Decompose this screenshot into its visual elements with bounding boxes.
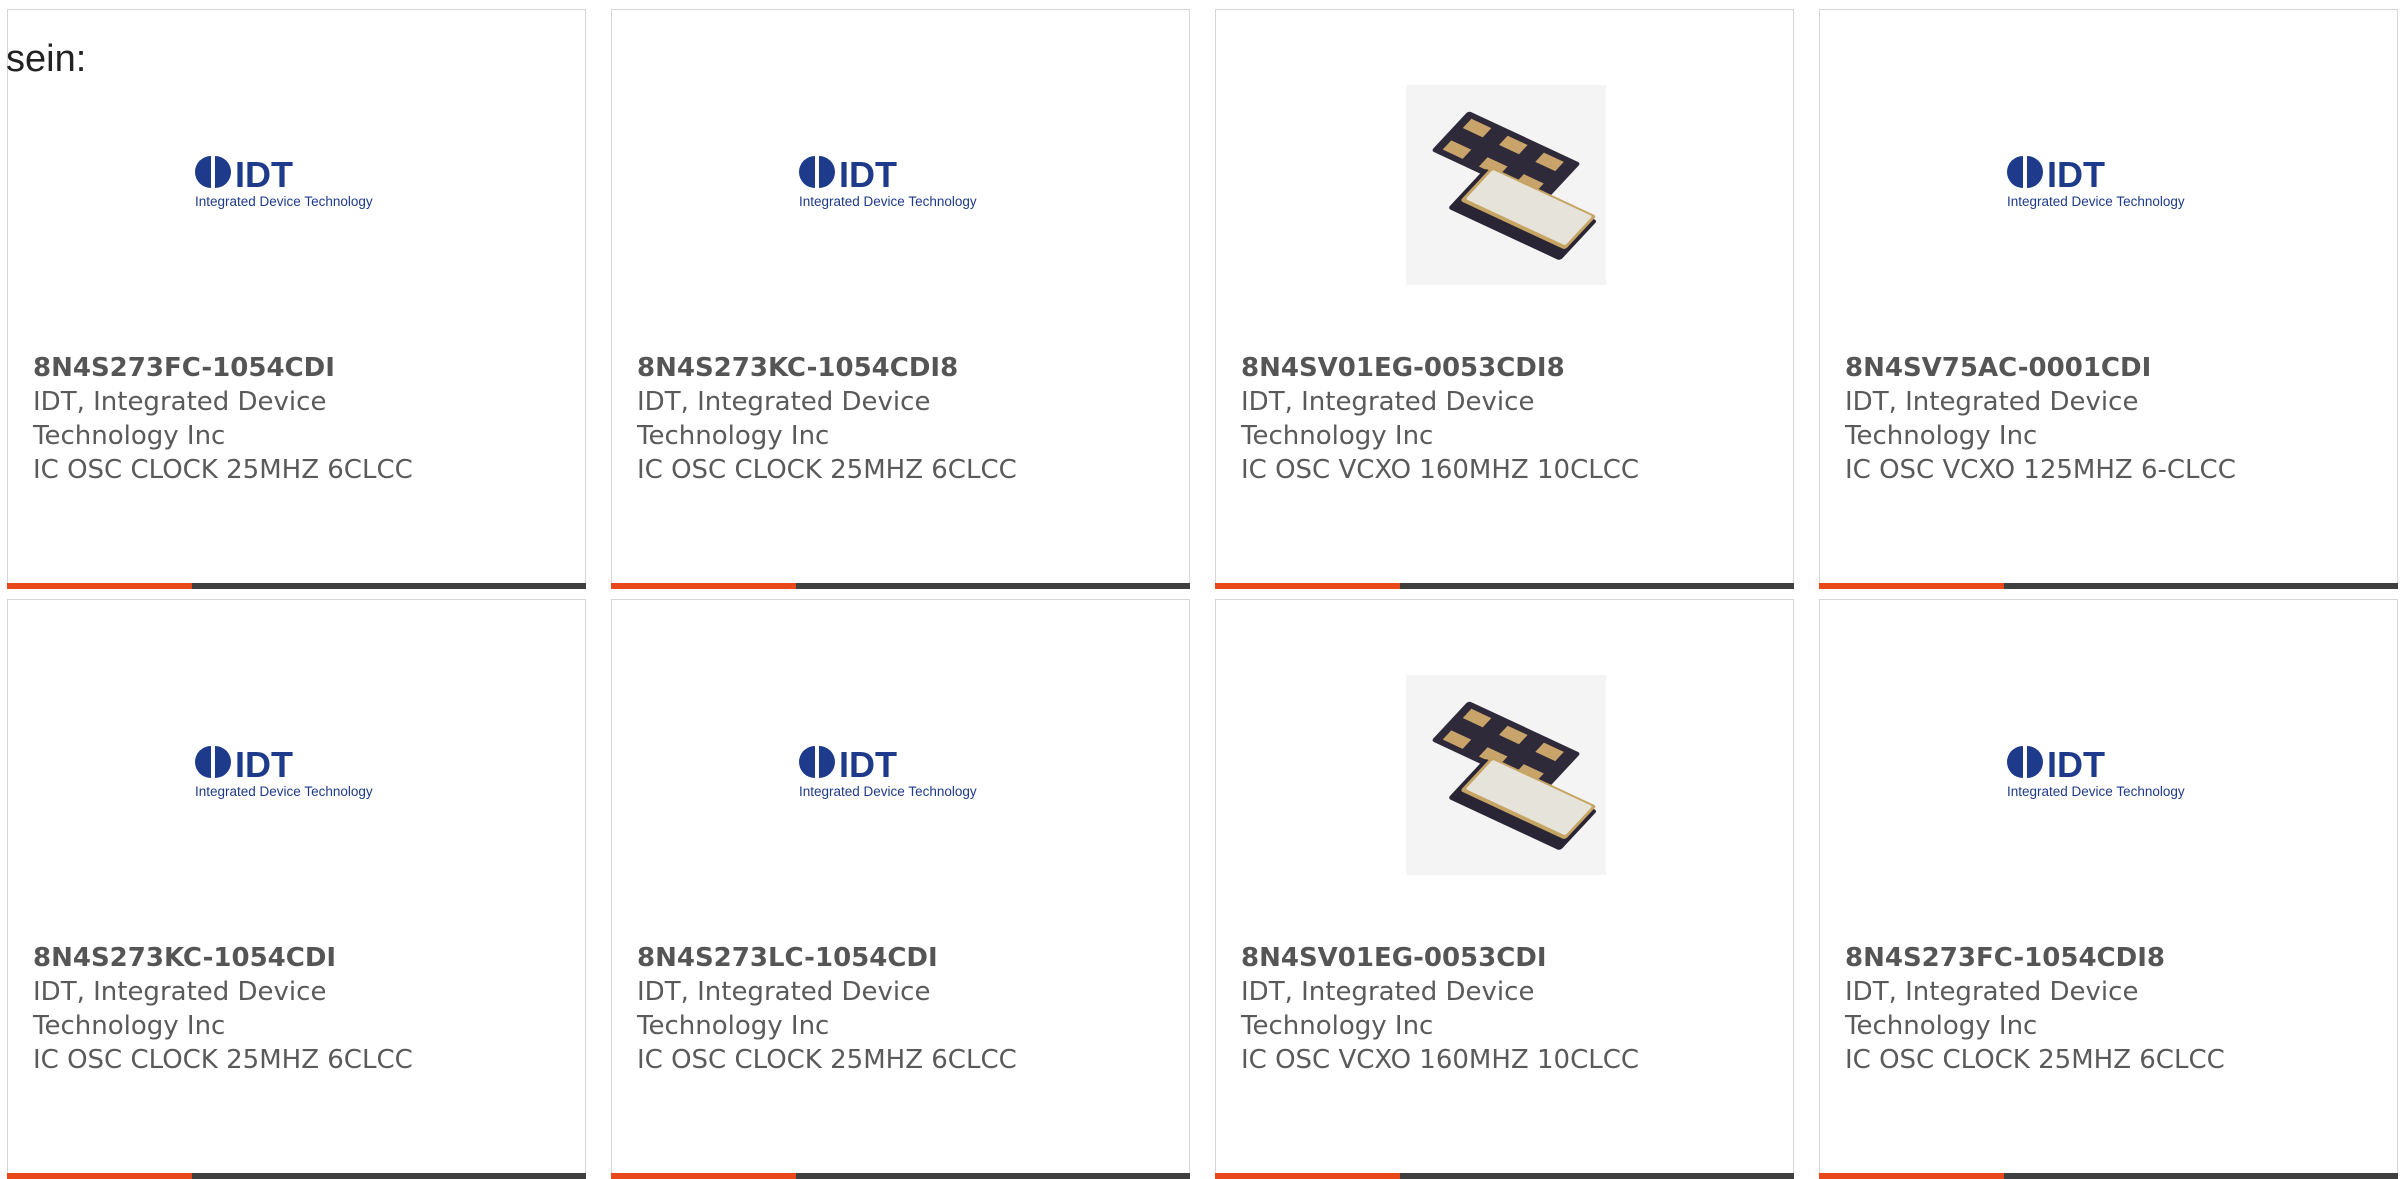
card-bottom-bar [1819,1173,2398,1179]
idt-logo-mark-text: IDT [235,744,293,785]
product-info: 8N4S273FC-1054CDI IDT, Integrated Device … [33,351,473,487]
card-bottom-bar [611,1173,1190,1179]
idt-logo: IDTIntegrated Device Technology [195,744,373,799]
product-card[interactable]: IDT Integrated Device Technology 8N4S273KC… [611,9,1190,589]
card-bottom-bar [7,583,586,589]
idt-logo-mark-text: IDT [235,154,293,195]
product-info: 8N4SV75AC-0001CDI IDT, Integrated Device … [1845,351,2285,487]
product-image[interactable]: IDT Integrated Device Technology [183,75,413,295]
product-manufacturer: IDT, Integrated Device Technology Inc [637,977,931,1041]
product-description: IC OSC VCXO 160MHZ 10CLCC [1241,455,1640,485]
product-card[interactable]: IDT Integrated Device Technology 8N4S273KC… [7,599,586,1179]
product-image[interactable]: IDT Integrated Device Technology [787,665,1017,885]
product-part-number-link[interactable]: 8N4S273KC-1054CDI8 [637,351,1077,385]
idt-logo-mark-icon [195,156,231,188]
product-manufacturer: IDT, Integrated Device Technology Inc [33,977,327,1041]
product-manufacturer: IDT, Integrated Device Technology Inc [33,387,327,451]
product-info: 8N4S273LC-1054CDI IDT, Integrated Device … [637,941,1077,1077]
product-description: IC OSC CLOCK 25MHZ 6CLCC [637,455,1017,485]
product-part-number-link[interactable]: 8N4SV75AC-0001CDI [1845,351,2285,385]
product-card[interactable]: IDT Integrated Device Technology 8N4SV75AC… [1819,9,2398,589]
card-bottom-bar [611,583,1190,589]
product-info: 8N4SV01EG-0053CDI8 IDT, Integrated Device… [1241,351,1681,487]
idt-logo-mark-text: IDT [839,744,897,785]
card-bottom-bar-accent [7,1173,193,1179]
idt-logo-mark-text: IDT [2047,744,2105,785]
card-bottom-bar-accent [1819,1173,2005,1179]
product-part-number-link[interactable]: 8N4S273FC-1054CDI [33,351,473,385]
product-description: IC OSC CLOCK 25MHZ 6CLCC [33,455,413,485]
idt-logo-subtitle: Integrated Device Technology [2007,784,2185,799]
product-manufacturer: IDT, Integrated Device Technology Inc [1241,387,1535,451]
product-manufacturer: IDT, Integrated Device Technology Inc [1241,977,1535,1041]
product-image[interactable] [1391,75,1621,295]
idt-logo: IDTIntegrated Device Technology [195,154,373,209]
oscillator-chip-photo [1406,675,1606,875]
product-image[interactable]: IDT Integrated Device Technology [183,665,413,885]
card-bottom-bar [7,1173,586,1179]
product-part-number-link[interactable]: 8N4S273FC-1054CDI8 [1845,941,2285,975]
idt-logo: IDTIntegrated Device Technology [799,744,977,799]
idt-logo-mark-icon [195,746,231,778]
card-bottom-bar-accent [1819,583,2005,589]
oscillator-chip-photo [1406,85,1606,285]
product-description: IC OSC CLOCK 25MHZ 6CLCC [1845,1045,2225,1075]
card-bottom-bar-accent [1215,1173,1401,1179]
idt-logo-mark-icon [2007,156,2043,188]
product-image[interactable]: IDT Integrated Device Technology [1995,665,2225,885]
idt-logo: IDTIntegrated Device Technology [2007,744,2185,799]
idt-logo-mark-icon [799,156,835,188]
idt-logo-subtitle: Integrated Device Technology [799,784,977,799]
product-description: IC OSC CLOCK 25MHZ 6CLCC [637,1045,1017,1075]
product-card[interactable]: IDT Integrated Device Technology 8N4S273LC… [611,599,1190,1179]
card-bottom-bar-accent [611,583,797,589]
idt-logo-mark-icon [2007,746,2043,778]
idt-logo-mark-text: IDT [2047,154,2105,195]
product-image[interactable]: IDT Integrated Device Technology [787,75,1017,295]
product-description: IC OSC VCXO 160MHZ 10CLCC [1241,1045,1640,1075]
product-card[interactable]: 8N4SV01EG-0053CDI IDT, Integrated Device … [1215,599,1794,1179]
product-info: 8N4S273FC-1054CDI8 IDT, Integrated Device… [1845,941,2285,1077]
idt-logo-subtitle: Integrated Device Technology [195,784,373,799]
product-card[interactable]: 8N4SV01EG-0053CDI8 IDT, Integrated Device… [1215,9,1794,589]
card-bottom-bar-accent [611,1173,797,1179]
intro-text: sein: [6,38,87,80]
product-manufacturer: IDT, Integrated Device Technology Inc [1845,977,2139,1041]
idt-logo-subtitle: Integrated Device Technology [195,194,373,209]
product-image[interactable]: IDT Integrated Device Technology [1995,75,2225,295]
idt-logo-mark-icon [799,746,835,778]
product-part-number-link[interactable]: 8N4S273LC-1054CDI [637,941,1077,975]
product-part-number-link[interactable]: 8N4SV01EG-0053CDI [1241,941,1681,975]
card-bottom-bar-accent [1215,583,1401,589]
product-description: IC OSC VCXO 125MHZ 6-CLCC [1845,455,2236,485]
idt-logo: IDTIntegrated Device Technology [799,154,977,209]
card-bottom-bar-accent [7,583,193,589]
product-manufacturer: IDT, Integrated Device Technology Inc [1845,387,2139,451]
product-card[interactable]: IDT Integrated Device Technology 8N4S273FC… [1819,599,2398,1179]
card-bottom-bar [1215,583,1794,589]
card-bottom-bar [1819,583,2398,589]
product-card[interactable]: IDT Integrated Device Technology 8N4S273FC… [7,9,586,589]
product-info: 8N4S273KC-1054CDI IDT, Integrated Device … [33,941,473,1077]
product-description: IC OSC CLOCK 25MHZ 6CLCC [33,1045,413,1075]
product-grid: IDT Integrated Device Technology 8N4S273FC… [7,9,2400,1179]
product-image[interactable] [1391,665,1621,885]
card-bottom-bar [1215,1173,1794,1179]
product-part-number-link[interactable]: 8N4S273KC-1054CDI [33,941,473,975]
idt-logo-subtitle: Integrated Device Technology [2007,194,2185,209]
product-part-number-link[interactable]: 8N4SV01EG-0053CDI8 [1241,351,1681,385]
product-info: 8N4S273KC-1054CDI8 IDT, Integrated Device… [637,351,1077,487]
idt-logo: IDTIntegrated Device Technology [2007,154,2185,209]
product-info: 8N4SV01EG-0053CDI IDT, Integrated Device … [1241,941,1681,1077]
product-manufacturer: IDT, Integrated Device Technology Inc [637,387,931,451]
idt-logo-subtitle: Integrated Device Technology [799,194,977,209]
idt-logo-mark-text: IDT [839,154,897,195]
